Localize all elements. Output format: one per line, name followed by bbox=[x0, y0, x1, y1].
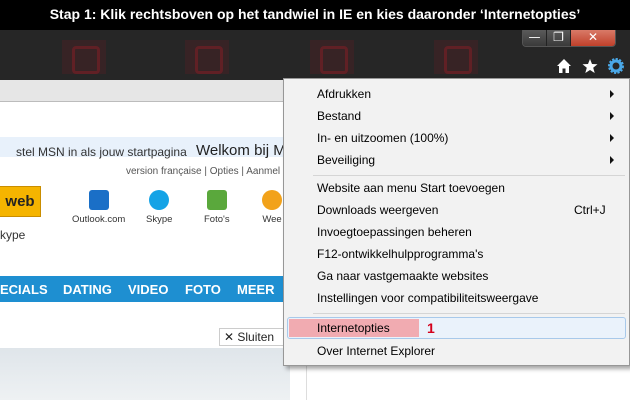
menu-item-about-ie[interactable]: Over Internet Explorer bbox=[317, 344, 435, 358]
menu-item-f12-tools[interactable]: F12-ontwikkelhulpprogramma's bbox=[317, 247, 483, 261]
pdf-tab-icon[interactable] bbox=[310, 40, 354, 74]
service-weather[interactable]: Wee bbox=[262, 190, 282, 225]
service-outlook[interactable]: Outlook.com bbox=[72, 190, 125, 225]
submenu-arrow-icon bbox=[610, 90, 614, 98]
service-skype[interactable]: Skype bbox=[146, 190, 172, 225]
set-homepage-link[interactable]: stel MSN in als jouw startpagina bbox=[16, 145, 187, 159]
skype-link[interactable]: kype bbox=[0, 228, 25, 242]
menu-separator bbox=[313, 313, 625, 314]
gear-icon[interactable] bbox=[608, 58, 624, 74]
submenu-arrow-icon bbox=[610, 112, 614, 120]
menu-item-compat-view[interactable]: Instellingen voor compatibiliteitsweerga… bbox=[317, 291, 538, 305]
maximize-button[interactable]: ❐ bbox=[547, 30, 571, 46]
nav-dating[interactable]: DATING bbox=[63, 282, 112, 297]
msn-options-links[interactable]: version française | Opties | Aanmel bbox=[126, 166, 280, 177]
close-button[interactable]: ✕ bbox=[571, 30, 615, 46]
window-controls: — ❐ ✕ bbox=[522, 30, 616, 47]
menu-item-downloads[interactable]: Downloads weergeven bbox=[317, 203, 438, 217]
photos-icon bbox=[206, 190, 227, 210]
menu-item-file[interactable]: Bestand bbox=[317, 109, 361, 123]
web-search-button[interactable]: web bbox=[0, 186, 41, 217]
menu-item-add-to-start[interactable]: Website aan menu Start toevoegen bbox=[317, 181, 505, 195]
close-panel-button[interactable]: ✕ Sluiten bbox=[219, 328, 293, 346]
minimize-button[interactable]: — bbox=[523, 30, 547, 46]
service-label: Skype bbox=[146, 214, 173, 225]
home-icon[interactable] bbox=[556, 58, 572, 74]
service-photos[interactable]: Foto's bbox=[204, 190, 230, 225]
service-label: Foto's bbox=[204, 214, 230, 225]
right-panel bbox=[306, 366, 630, 400]
nav-video[interactable]: VIDEO bbox=[128, 282, 168, 297]
pdf-tab-icon[interactable] bbox=[185, 40, 229, 74]
browser-toolbar-icons bbox=[556, 58, 624, 74]
menu-item-internet-options[interactable]: Internetopties bbox=[317, 321, 390, 335]
service-label: Wee bbox=[262, 214, 282, 225]
outlook-icon bbox=[88, 190, 109, 210]
service-label: Outlook.com bbox=[72, 214, 126, 225]
menu-item-print[interactable]: Afdrukken bbox=[317, 87, 371, 101]
skype-icon bbox=[149, 190, 170, 210]
menu-item-security[interactable]: Beveiliging bbox=[317, 153, 375, 167]
instruction-banner: Stap 1: Klik rechtsboven op het tandwiel… bbox=[0, 0, 630, 30]
hero-image bbox=[0, 348, 290, 400]
step-number-badge: 1 bbox=[427, 320, 435, 336]
submenu-arrow-icon bbox=[610, 156, 614, 164]
nav-meer[interactable]: MEER bbox=[237, 282, 275, 297]
menu-item-addons[interactable]: Invoegtoepassingen beheren bbox=[317, 225, 472, 239]
submenu-arrow-icon bbox=[610, 134, 614, 142]
menu-item-zoom[interactable]: In- en uitzoomen (100%) bbox=[317, 131, 448, 145]
downloads-shortcut: Ctrl+J bbox=[574, 203, 606, 217]
nav-specials[interactable]: ECIALS bbox=[0, 282, 48, 297]
star-icon[interactable] bbox=[582, 58, 598, 74]
menu-item-pinned-sites[interactable]: Ga naar vastgemaakte websites bbox=[317, 269, 488, 283]
pdf-tab-icon[interactable] bbox=[62, 40, 106, 74]
tools-dropdown-menu: Afdrukken Bestand In- en uitzoomen (100%… bbox=[283, 78, 630, 366]
nav-foto[interactable]: FOTO bbox=[185, 282, 221, 297]
weather-icon bbox=[262, 190, 282, 210]
msn-welcome-text: Welkom bij MS bbox=[196, 142, 296, 159]
menu-separator bbox=[313, 175, 625, 176]
pdf-tab-icon[interactable] bbox=[434, 40, 478, 74]
